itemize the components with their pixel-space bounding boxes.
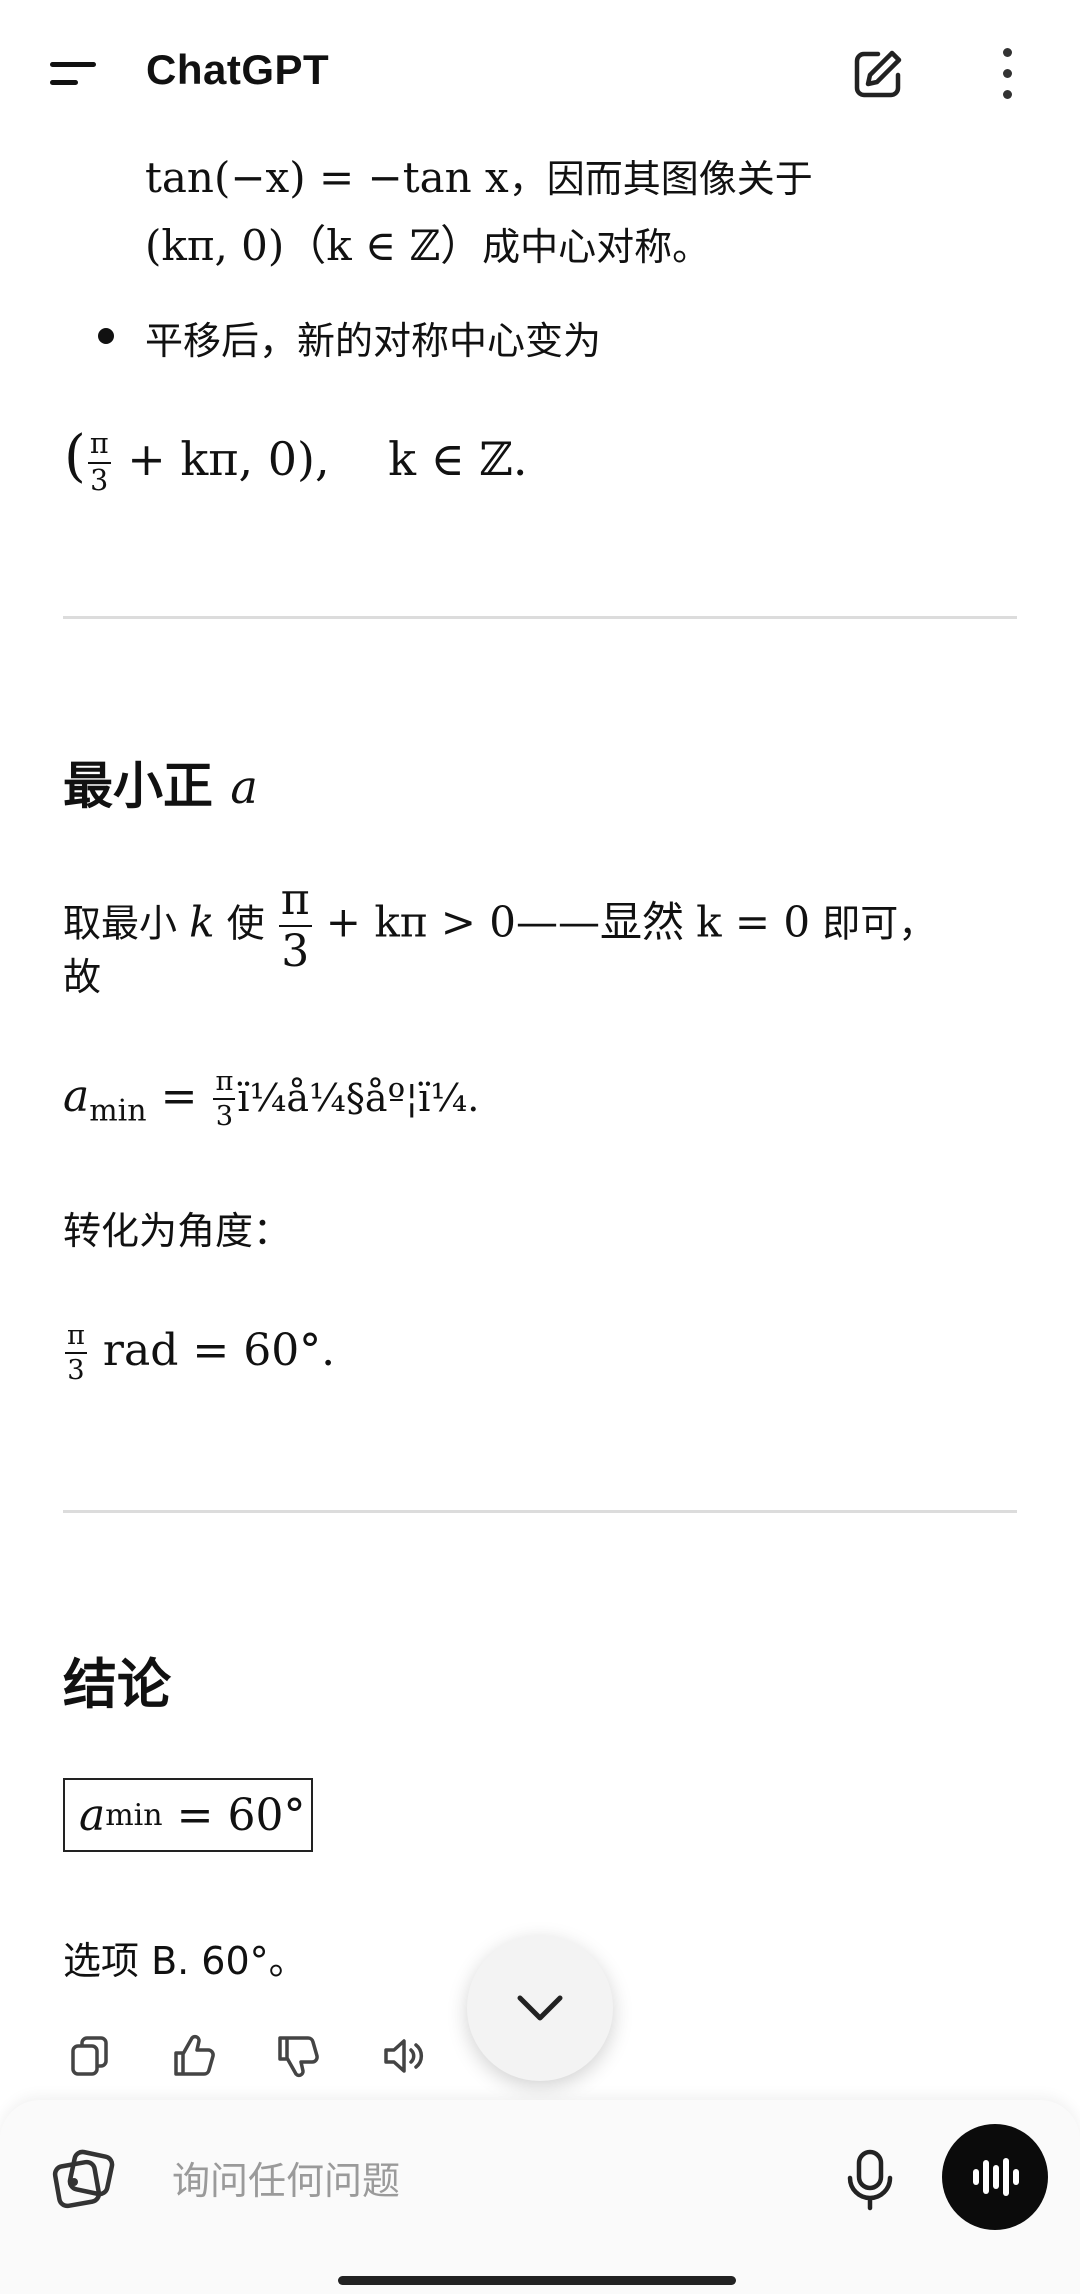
- boxed-answer: a min = 60°: [63, 1778, 313, 1852]
- thumbs-up-icon[interactable]: [170, 2032, 218, 2080]
- list-bullet: [98, 328, 114, 344]
- divider: [63, 616, 1017, 619]
- frac-den: 3: [281, 926, 310, 977]
- section-heading-min-a: 最小正 a: [63, 746, 258, 818]
- math-line-tan: tan(−x) = −tan x，因而其图像关于: [145, 148, 813, 203]
- paragraph-min-k-cont: 故: [63, 955, 102, 999]
- paren-open: (: [64, 424, 86, 489]
- fraction-pi-3: π3: [65, 1322, 87, 1385]
- paragraph-min-k: 取最小 k 使 π3 + kπ > 0——显然 k = 0 即可，: [63, 878, 936, 974]
- voice-mode-icon: [973, 2158, 1019, 2196]
- edit-icon[interactable]: [852, 48, 904, 100]
- para1-k: k: [189, 897, 215, 947]
- boxed-rhs: = 60°: [176, 1789, 306, 1841]
- read-aloud-icon[interactable]: [380, 2032, 428, 2080]
- tan-identity-text: ，因而其图像关于: [508, 157, 813, 201]
- frac-num: π: [65, 1322, 87, 1355]
- para1-text-e: 即可，: [822, 901, 937, 946]
- garbled-text: ï¼å¼§åº¦ï¼.: [237, 1075, 480, 1120]
- thumbs-down-icon[interactable]: [274, 2032, 322, 2080]
- para1-text-b: 使: [226, 901, 265, 946]
- scroll-down-button[interactable]: [467, 1935, 613, 2081]
- formula-symmetry-center: (π 3 + kπ, 0), k ∈ ℤ.: [64, 424, 527, 496]
- section-heading-conclusion: 结论: [63, 1653, 171, 1716]
- heading-var: a: [230, 760, 258, 814]
- boxed-a: a: [79, 1789, 106, 1841]
- top-bar: ChatGPT: [0, 0, 1080, 150]
- center-condition: （k ∈ ℤ）: [284, 221, 483, 270]
- para1-text-a: 取最小: [63, 901, 178, 946]
- menu-icon[interactable]: [48, 58, 98, 88]
- frac-den: 3: [67, 1355, 85, 1387]
- heading-text: 最小正: [63, 757, 213, 815]
- microphone-icon[interactable]: [842, 2148, 898, 2212]
- frac-num: π: [278, 874, 312, 927]
- center-text: 成中心对称。: [482, 225, 711, 269]
- equals: =: [160, 1070, 198, 1122]
- image-attach-icon[interactable]: [52, 2148, 116, 2212]
- fraction-pi-3: π3: [278, 874, 312, 977]
- formula-rad-degree: π3 rad = 60°.: [63, 1322, 335, 1385]
- formula3-rest: rad = 60°.: [102, 1324, 336, 1376]
- frac-num: π: [213, 1068, 236, 1101]
- answer-text: 选项 B. 60°。: [63, 1939, 307, 1983]
- more-options-icon[interactable]: [992, 48, 1022, 104]
- para1-inequality: + kπ > 0——显然: [325, 897, 684, 947]
- fraction-pi-3: π3: [87, 430, 111, 497]
- message-input[interactable]: [170, 2152, 814, 2210]
- frac-den: 3: [215, 1101, 234, 1133]
- a-subscript: min: [89, 1093, 147, 1129]
- fraction-pi-3: π3: [213, 1068, 236, 1133]
- center-point: (kπ, 0): [145, 221, 285, 270]
- formula1-tail: , k ∈ ℤ.: [314, 432, 528, 486]
- voice-mode-button[interactable]: [942, 2124, 1048, 2230]
- tan-identity: tan(−x) = −tan x: [145, 153, 509, 202]
- a-var: a: [63, 1070, 90, 1122]
- home-indicator: [338, 2276, 736, 2285]
- app-title: ChatGPT: [146, 46, 330, 93]
- formula1-rest: + kπ, 0): [127, 432, 315, 486]
- chevron-down-icon: [517, 1995, 563, 2021]
- frac-num: π: [87, 430, 111, 464]
- message-composer: [0, 2100, 1080, 2294]
- copy-icon[interactable]: [66, 2032, 114, 2080]
- boxed-subscript: min: [105, 1797, 163, 1833]
- paragraph-convert: 转化为角度：: [63, 1209, 292, 1253]
- math-line-center: (kπ, 0)（k ∈ ℤ）成中心对称。: [145, 212, 710, 273]
- formula-a-min: amin = π 3 ï¼å¼§åº¦ï¼.: [63, 1068, 479, 1131]
- para1-k-zero: k = 0: [696, 897, 811, 947]
- frac-den: 3: [90, 464, 109, 497]
- bullet-text: 平移后，新的对称中心变为: [145, 319, 602, 363]
- divider: [63, 1510, 1017, 1513]
